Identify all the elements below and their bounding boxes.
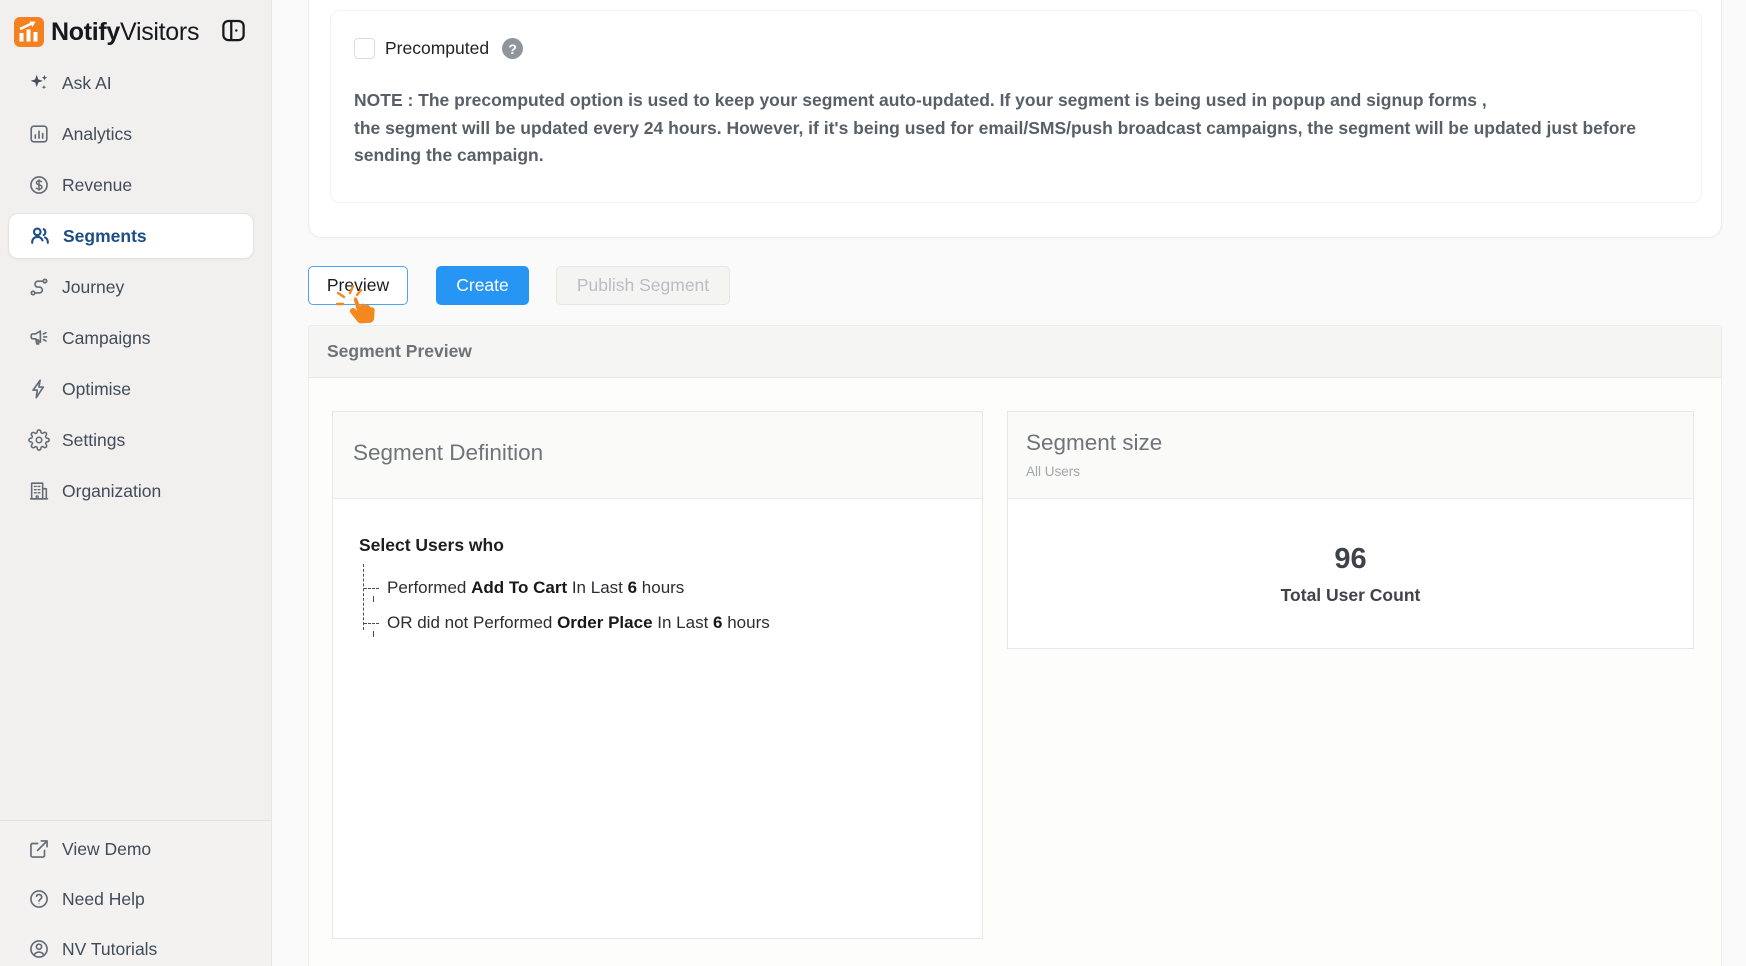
sidebar-collapse-icon[interactable] bbox=[220, 17, 247, 44]
segment-definition-header: Segment Definition bbox=[333, 412, 982, 499]
sidebar-item-campaigns[interactable]: Campaigns bbox=[8, 318, 254, 358]
brand-logo-icon bbox=[14, 17, 44, 47]
tree-stub bbox=[373, 596, 374, 602]
sidebar-item-label: NV Tutorials bbox=[62, 939, 157, 960]
segment-size-body: 96 Total User Count bbox=[1008, 499, 1693, 649]
sidebar-item-organization[interactable]: Organization bbox=[8, 471, 254, 511]
segment-size-subtitle: All Users bbox=[1026, 464, 1080, 479]
sidebar-item-nv-tutorials[interactable]: NV Tutorials bbox=[8, 929, 254, 966]
sidebar-item-label: Analytics bbox=[62, 124, 132, 145]
sidebar-item-label: View Demo bbox=[62, 839, 151, 860]
segment-definition-body: Select Users who Performed Add To Cart I… bbox=[333, 499, 982, 640]
condition-text: Performed Add To Cart In Last 6 hours bbox=[387, 578, 684, 598]
sidebar-item-label: Journey bbox=[62, 277, 124, 298]
precomputed-help-icon[interactable]: ? bbox=[502, 38, 523, 59]
brand-bold: Notify bbox=[51, 18, 120, 46]
note-line: the segment will be updated every 24 hou… bbox=[354, 115, 1684, 143]
segment-definition-title: Segment Definition bbox=[353, 440, 543, 466]
sidebar-item-analytics[interactable]: Analytics bbox=[8, 114, 254, 154]
sidebar-item-label: Organization bbox=[62, 481, 161, 502]
sidebar-item-label: Optimise bbox=[62, 379, 131, 400]
precomputed-box: Precomputed ? NOTE : The precomputed opt… bbox=[330, 10, 1702, 203]
sidebar-item-label: Campaigns bbox=[62, 328, 151, 349]
sidebar-item-label: Need Help bbox=[62, 889, 145, 910]
condition-tree: Performed Add To Cart In Last 6 hours OR… bbox=[363, 570, 956, 640]
bar-chart-icon bbox=[28, 123, 50, 145]
segment-preview-header: Segment Preview bbox=[309, 326, 1721, 378]
precomputed-row: Precomputed ? bbox=[354, 37, 523, 60]
brand: NotifyVisitors bbox=[14, 14, 199, 50]
condition-text: OR did not Performed Order Place In Last… bbox=[387, 613, 770, 633]
sidebar-item-need-help[interactable]: Need Help bbox=[8, 879, 254, 919]
sidebar-item-revenue[interactable]: Revenue bbox=[8, 165, 254, 205]
sidebar-nav: Ask AI Analytics Revenue bbox=[0, 63, 271, 522]
sidebar-item-ask-ai[interactable]: Ask AI bbox=[8, 63, 254, 103]
users-icon bbox=[29, 225, 51, 247]
create-button[interactable]: Create bbox=[436, 266, 529, 305]
megaphone-icon bbox=[28, 327, 50, 349]
sidebar-item-settings[interactable]: Settings bbox=[8, 420, 254, 460]
building-icon bbox=[28, 480, 50, 502]
sidebar-item-label: Ask AI bbox=[62, 73, 112, 94]
note-line: NOTE : The precomputed option is used to… bbox=[354, 87, 1684, 115]
segment-size-title: Segment size bbox=[1026, 430, 1162, 456]
sidebar-item-segments[interactable]: Segments bbox=[8, 213, 254, 259]
main-content: Precomputed ? NOTE : The precomputed opt… bbox=[272, 0, 1746, 966]
note-line: sending the campaign. bbox=[354, 142, 1684, 170]
precomputed-card: Precomputed ? NOTE : The precomputed opt… bbox=[308, 0, 1722, 238]
sidebar-item-journey[interactable]: Journey bbox=[8, 267, 254, 307]
condition-row: Performed Add To Cart In Last 6 hours bbox=[363, 570, 956, 605]
tree-stub bbox=[373, 631, 374, 637]
help-circle-icon bbox=[28, 888, 50, 910]
person-circle-icon bbox=[28, 938, 50, 960]
sidebar-item-label: Revenue bbox=[62, 175, 132, 196]
lightning-icon bbox=[28, 378, 50, 400]
segment-size-header: Segment size All Users bbox=[1008, 412, 1693, 499]
gear-icon bbox=[28, 429, 50, 451]
segment-preview-title: Segment Preview bbox=[327, 341, 472, 362]
brand-title: NotifyVisitors bbox=[51, 18, 199, 47]
precomputed-note: NOTE : The precomputed option is used to… bbox=[354, 87, 1684, 170]
precomputed-label: Precomputed bbox=[385, 38, 489, 59]
sidebar-item-optimise[interactable]: Optimise bbox=[8, 369, 254, 409]
precomputed-checkbox[interactable] bbox=[354, 38, 375, 59]
segment-size-card: Segment size All Users 96 Total User Cou… bbox=[1007, 411, 1694, 649]
publish-segment-button[interactable]: Publish Segment bbox=[556, 266, 730, 305]
brand-light: Visitors bbox=[120, 18, 199, 46]
preview-button[interactable]: Preview bbox=[308, 266, 408, 305]
sparkles-icon bbox=[28, 72, 50, 94]
external-link-icon bbox=[28, 838, 50, 860]
total-user-count-label: Total User Count bbox=[1281, 585, 1421, 606]
segment-preview-panel: Segment Preview Segment Definition Selec… bbox=[308, 325, 1722, 966]
sidebar-item-view-demo[interactable]: View Demo bbox=[8, 829, 254, 869]
sidebar-item-label: Segments bbox=[63, 226, 147, 247]
total-user-count-value: 96 bbox=[1334, 543, 1366, 576]
condition-row: OR did not Performed Order Place In Last… bbox=[363, 605, 956, 640]
dollar-circle-icon bbox=[28, 174, 50, 196]
sidebar: NotifyVisitors Ask AI Analytics bbox=[0, 0, 272, 966]
sidebar-item-label: Settings bbox=[62, 430, 125, 451]
segment-definition-card: Segment Definition Select Users who Perf… bbox=[332, 411, 983, 939]
route-icon bbox=[28, 276, 50, 298]
select-users-label: Select Users who bbox=[359, 535, 956, 556]
sidebar-footer: View Demo Need Help NV Tutorials bbox=[0, 820, 271, 966]
